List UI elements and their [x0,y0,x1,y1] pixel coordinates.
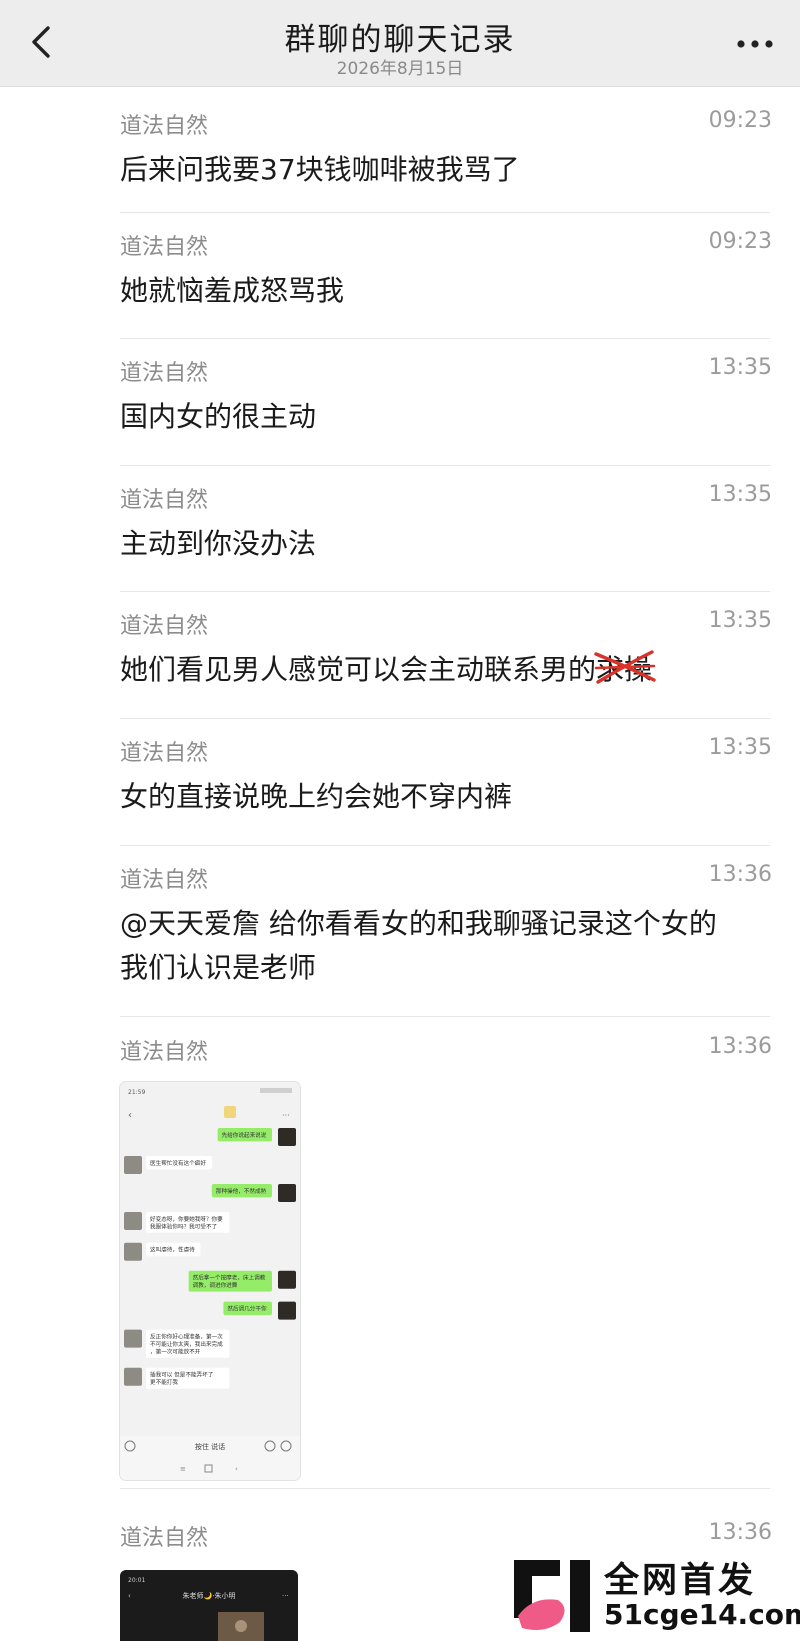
screenshot-avatar [278,1184,296,1202]
message-time: 13:35 [708,735,772,760]
screenshot-nav-back-icon: ‹ [235,1465,238,1473]
screenshot2-photo-subject [235,1620,247,1632]
chat-screenshot-2-drawing: 20:01 ‹ 朱老师🌙·朱小明 ··· [128,1577,289,1641]
screenshot-status-time: 21:59 [128,1089,145,1096]
watermark-text-line1: 全网首发 [604,1561,757,1601]
screenshot-bubble-text: 然后调几分干你 [227,1305,267,1313]
watermark-logo-icon [514,1560,590,1632]
screenshot2-more-icon: ··· [282,1592,289,1600]
screenshot-bubble-text: 那种操他，不然成熟 [216,1187,267,1195]
screenshot2-status-time: 20:01 [128,1577,145,1584]
screenshot-more-icon: ··· [282,1111,290,1120]
chat-message[interactable]: 道法自然 13:35 国内女的很主动 [120,355,772,435]
message-text: 主动到你没办法 [120,527,317,560]
divider [120,591,770,592]
sender-name: 道法自然 [120,1526,209,1551]
screenshot-avatar [124,1367,142,1386]
screenshot-bubble-text: ，第一次可能放不开 [150,1347,201,1355]
message-text-main: 她们看见男人感觉可以会主动联系男的 [120,653,597,686]
screenshot2-title: 朱老师🌙·朱小明 [183,1591,236,1600]
page-subtitle-date: 2026年8月15日 [336,59,464,79]
message-text: @天天爱詹 给你看看女的和我聊骚记录这个女的我们认识是老师 [120,907,717,984]
screenshot-back-icon: ‹ [128,1110,132,1121]
chat-screenshot-image[interactable]: 21:59 ‹ ··· 先给你说起来说说医生帮忙没有这个癖好那种操他，不然成熟好… [120,1082,300,1480]
sender-name: 道法自然 [120,614,209,639]
chat-message[interactable]: 道法自然 13:35 女的直接说晚上约会她不穿内裤 [120,735,772,815]
screenshot-bubble-text: 好变态呀，你要她我呀？你要 [150,1215,223,1223]
message-time: 09:23 [708,229,772,254]
screenshot-input-label: 按住 说话 [195,1442,225,1451]
divider [120,845,770,846]
screenshot-nav-menu-icon: ≡ [180,1465,186,1473]
divider [120,1016,770,1017]
chat-screenshot-drawing: 21:59 ‹ ··· 先给你说起来说说医生帮忙没有这个癖好那种操他，不然成熟好… [120,1088,300,1480]
message-text: 国内女的很主动 [120,400,317,433]
screenshot-bubble-text: 更不能打我 [150,1378,178,1386]
screenshot-bubble-text: 然后拿一个按摩老，床上调教 [193,1274,266,1282]
more-dots-icon [737,40,773,48]
divider [120,212,770,213]
chat-message[interactable]: 道法自然 09:23 她就恼羞成怒骂我 [120,229,772,309]
nav-bar: 群聊的聊天记录 2026年8月15日 [0,0,800,87]
screenshot-bubble-text: 不可能让你太爽，我出来完成 [150,1340,223,1348]
screenshot-title-emoji [224,1106,236,1118]
message-text: 她就恼羞成怒骂我 [120,274,345,307]
message-time: 13:36 [708,862,772,887]
chat-message-image: 道法自然 13:36 [120,1034,772,1074]
red-cross-censor-mark [594,650,656,684]
screenshot-bubble-text: 这叫虐待，性虐待 [150,1246,195,1254]
message-time: 13:36 [708,1034,772,1059]
message-time: 13:35 [708,608,772,633]
chat-message[interactable]: 道法自然 13:35 主动到你没办法 [120,482,772,562]
screenshot-avatar [278,1301,296,1320]
sender-name: 道法自然 [120,1040,209,1065]
chat-message[interactable]: 道法自然 13:36 @天天爱詹 给你看看女的和我聊骚记录这个女的我们认识是老师 [120,862,772,992]
sender-name: 道法自然 [120,114,209,139]
divider [120,1488,770,1489]
message-time: 13:35 [708,482,772,507]
chat-message[interactable]: 道法自然 09:23 后来问我要37块钱咖啡被我骂了 [120,108,772,188]
sender-name: 道法自然 [120,235,209,260]
watermark-text-line2: 51cge14.com [604,1598,800,1631]
message-text: 她们看见男人感觉可以会主动联系男的求操 [120,648,760,692]
chat-screenshot-image-2[interactable]: 20:01 ‹ 朱老师🌙·朱小明 ··· [120,1570,298,1641]
message-time: 13:35 [708,355,772,380]
screenshot-bubble-text: 医生帮忙没有这个癖好 [150,1159,206,1167]
screenshot-avatar [278,1270,296,1289]
page-title: 群聊的聊天记录 [284,22,516,58]
screenshot-avatar [278,1128,296,1146]
message-text: 女的直接说晚上约会她不穿内裤 [120,780,513,813]
more-button[interactable] [730,30,780,54]
sender-name: 道法自然 [120,361,209,386]
screenshot-avatar [124,1156,142,1174]
screenshot-avatar [124,1242,142,1261]
message-time: 09:23 [708,108,772,133]
censored-word: 求操 [594,648,656,692]
screenshot-bubble-text: 反正你你好心理准备，第一次 [150,1333,223,1341]
sender-name: 道法自然 [120,488,209,513]
screenshot-avatar [124,1212,142,1230]
chat-message[interactable]: 道法自然 13:35 她们看见男人感觉可以会主动联系男的求操 [120,608,772,688]
sender-name: 道法自然 [120,741,209,766]
divider [120,465,770,466]
screenshot-status-icons [260,1088,292,1093]
message-text: 后来问我要37块钱咖啡被我骂了 [120,153,520,186]
screenshot-bubble-text: 调教，调进你进舞 [193,1281,238,1289]
divider [120,338,770,339]
screenshot2-back-icon: ‹ [128,1592,131,1600]
screenshot-avatar [124,1329,142,1348]
message-time: 13:36 [708,1520,772,1545]
divider [120,718,770,719]
screenshot-bubble-text: 先给你说起来说说 [222,1131,267,1139]
screenshot-bubble-text: 我跟体验你吗？我可受不了 [150,1222,217,1230]
screenshot-bubble-text: 插我可以 但是不能弄坏了 [150,1371,213,1379]
sender-name: 道法自然 [120,868,209,893]
